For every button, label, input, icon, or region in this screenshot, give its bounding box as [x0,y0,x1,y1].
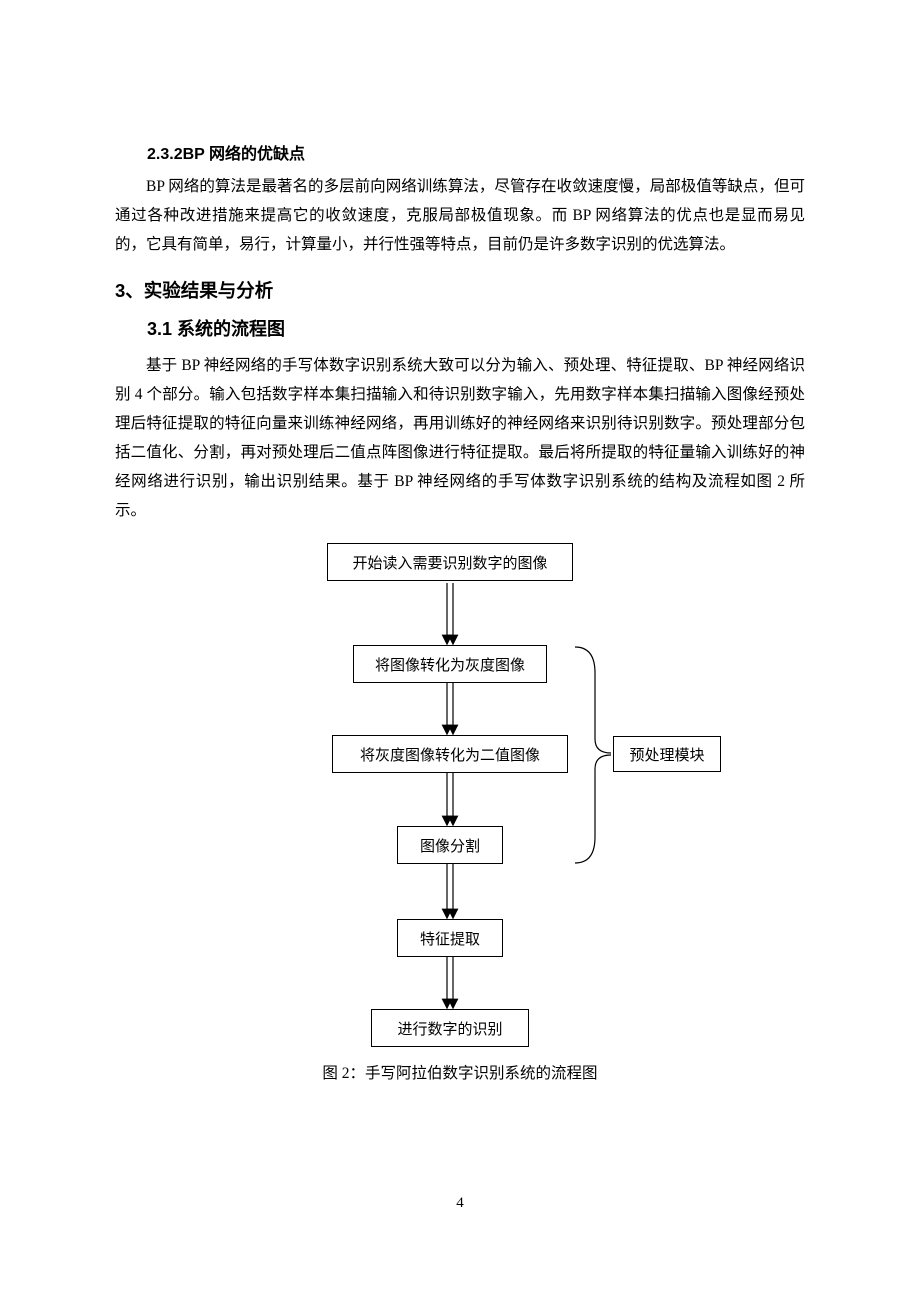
heading-3: 3、实验结果与分析 [115,277,805,303]
heading-2-3-2: 2.3.2BP 网络的优缺点 [147,140,805,164]
flowchart: 开始读入需要识别数字的图像 将图像转化为灰度图像 将灰度图像转化为二值图像 图像… [115,543,805,1083]
heading-3-1: 3.1 系统的流程图 [147,315,805,341]
page-number: 4 [0,1195,920,1212]
figure-caption: 图 2：手写阿拉伯数字识别系统的流程图 [115,1061,805,1083]
document-page: 2.3.2BP 网络的优缺点 BP 网络的算法是最著名的多层前向网络训练算法，尽… [0,0,920,1302]
flow-connectors [115,543,805,1083]
paragraph-3-1: 基于 BP 神经网络的手写体数字识别系统大致可以分为输入、预处理、特征提取、BP… [115,351,805,525]
paragraph-2-3-2: BP 网络的算法是最著名的多层前向网络训练算法，尽管存在收敛速度慢，局部极值等缺… [115,172,805,259]
